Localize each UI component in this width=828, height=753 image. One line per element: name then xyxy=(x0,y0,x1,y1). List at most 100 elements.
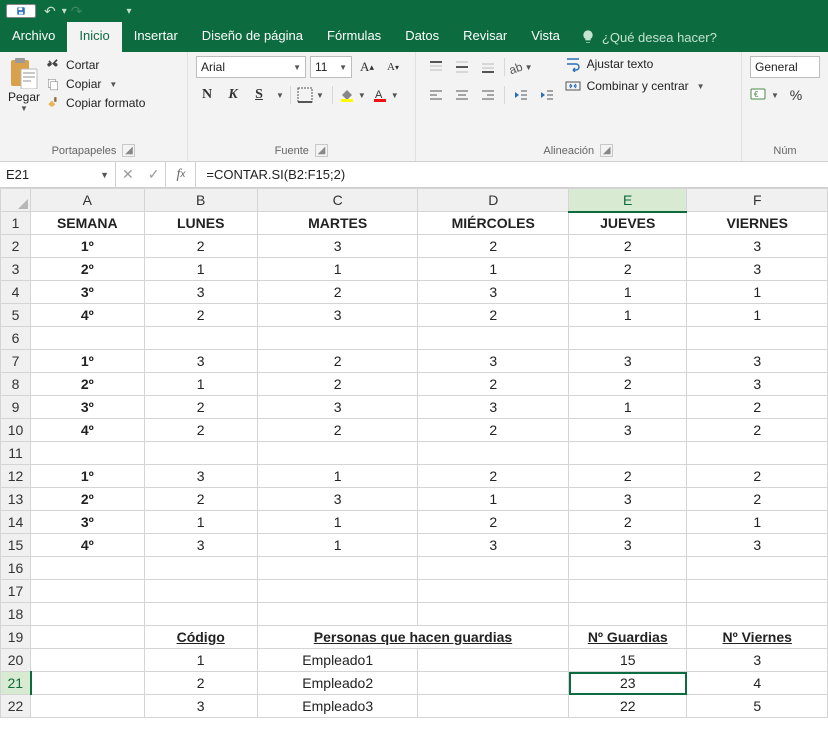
cell-E9[interactable]: 1 xyxy=(569,396,687,419)
row-header-17[interactable]: 17 xyxy=(1,580,31,603)
cell-B8[interactable]: 1 xyxy=(144,373,257,396)
cell-B5[interactable]: 2 xyxy=(144,304,257,327)
font-name-combo[interactable]: Arial▼ xyxy=(196,56,306,78)
column-header-D[interactable]: D xyxy=(418,189,569,212)
underline-button[interactable]: S xyxy=(248,84,270,106)
cell-F20[interactable]: 3 xyxy=(687,649,828,672)
number-format-combo[interactable]: General xyxy=(750,56,820,78)
cell-A13[interactable]: 2º xyxy=(31,488,144,511)
cell-F5[interactable]: 1 xyxy=(687,304,828,327)
merge-center-button[interactable]: Combinar y centrar▼ xyxy=(565,78,705,94)
column-header-B[interactable]: B xyxy=(144,189,257,212)
wrap-text-button[interactable]: Ajustar texto xyxy=(565,56,705,72)
cell-B14[interactable]: 1 xyxy=(144,511,257,534)
cell-C13[interactable]: 3 xyxy=(257,488,418,511)
cell-E3[interactable]: 2 xyxy=(569,258,687,281)
cell-A16[interactable] xyxy=(31,557,144,580)
fill-color-button[interactable]: ▼ xyxy=(339,87,368,103)
cell-B10[interactable]: 2 xyxy=(144,419,257,442)
cell-D4[interactable]: 3 xyxy=(418,281,569,304)
row-header-1[interactable]: 1 xyxy=(1,212,31,235)
cell-E22[interactable]: 22 xyxy=(569,695,687,718)
row-header-18[interactable]: 18 xyxy=(1,603,31,626)
cell-F3[interactable]: 3 xyxy=(687,258,828,281)
cell-D17[interactable] xyxy=(418,580,569,603)
cell-C15[interactable]: 1 xyxy=(257,534,418,557)
cell-C3[interactable]: 1 xyxy=(257,258,418,281)
cell-F11[interactable] xyxy=(687,442,828,465)
tab-view[interactable]: Vista xyxy=(519,22,572,52)
cell-F8[interactable]: 3 xyxy=(687,373,828,396)
row-header-7[interactable]: 7 xyxy=(1,350,31,373)
cell-E13[interactable]: 3 xyxy=(569,488,687,511)
cell-E17[interactable] xyxy=(569,580,687,603)
italic-button[interactable]: K xyxy=(222,84,244,106)
row-header-5[interactable]: 5 xyxy=(1,304,31,327)
cell-C9[interactable]: 3 xyxy=(257,396,418,419)
cell-D13[interactable]: 1 xyxy=(418,488,569,511)
cell-B20[interactable]: 1 xyxy=(144,649,257,672)
qat-redo-button[interactable]: ↷ xyxy=(71,3,83,20)
cell-C8[interactable]: 2 xyxy=(257,373,418,396)
row-header-16[interactable]: 16 xyxy=(1,557,31,580)
cell-C11[interactable] xyxy=(257,442,418,465)
cell-C21[interactable]: Empleado2 xyxy=(257,672,418,695)
cell-E1[interactable]: JUEVES xyxy=(569,212,687,235)
column-header-A[interactable]: A xyxy=(31,189,144,212)
row-header-3[interactable]: 3 xyxy=(1,258,31,281)
cell-E18[interactable] xyxy=(569,603,687,626)
cell-B18[interactable] xyxy=(144,603,257,626)
cell-B11[interactable] xyxy=(144,442,257,465)
row-header-20[interactable]: 20 xyxy=(1,649,31,672)
cell-E19[interactable]: Nº Guardias xyxy=(569,626,687,649)
cell-D5[interactable]: 2 xyxy=(418,304,569,327)
tab-insert[interactable]: Insertar xyxy=(122,22,190,52)
cell-B15[interactable]: 3 xyxy=(144,534,257,557)
cell-A17[interactable] xyxy=(31,580,144,603)
cell-B22[interactable]: 3 xyxy=(144,695,257,718)
cell-E2[interactable]: 2 xyxy=(569,235,687,258)
row-header-6[interactable]: 6 xyxy=(1,327,31,350)
cell-B6[interactable] xyxy=(144,327,257,350)
cell-F14[interactable]: 1 xyxy=(687,511,828,534)
format-painter-button[interactable]: Copiar formato xyxy=(46,96,145,110)
cell-F13[interactable]: 2 xyxy=(687,488,828,511)
clipboard-dialog-launcher[interactable]: ◢ xyxy=(122,144,135,157)
cell-D6[interactable] xyxy=(418,327,569,350)
row-header-14[interactable]: 14 xyxy=(1,511,31,534)
align-top-button[interactable] xyxy=(424,56,448,78)
cell-E11[interactable] xyxy=(569,442,687,465)
alignment-dialog-launcher[interactable]: ◢ xyxy=(600,144,613,157)
row-header-2[interactable]: 2 xyxy=(1,235,31,258)
cell-A21[interactable] xyxy=(31,672,144,695)
row-header-19[interactable]: 19 xyxy=(1,626,31,649)
font-color-button[interactable]: A▼ xyxy=(372,87,401,103)
row-header-10[interactable]: 10 xyxy=(1,419,31,442)
cell-C7[interactable]: 2 xyxy=(257,350,418,373)
cell-C4[interactable]: 2 xyxy=(257,281,418,304)
row-header-21[interactable]: 21 xyxy=(1,672,31,695)
row-header-22[interactable]: 22 xyxy=(1,695,31,718)
column-header-F[interactable]: F xyxy=(687,189,828,212)
cell-E21[interactable]: 23 xyxy=(569,672,687,695)
fx-icon[interactable]: fx xyxy=(166,162,196,187)
cell-B7[interactable]: 3 xyxy=(144,350,257,373)
cell-C22[interactable]: Empleado3 xyxy=(257,695,418,718)
font-dialog-launcher[interactable]: ◢ xyxy=(315,144,328,157)
name-box[interactable]: E21▼ xyxy=(0,162,116,187)
row-header-4[interactable]: 4 xyxy=(1,281,31,304)
cell-B1[interactable]: LUNES xyxy=(144,212,257,235)
cell-E7[interactable]: 3 xyxy=(569,350,687,373)
row-header-8[interactable]: 8 xyxy=(1,373,31,396)
cell-A15[interactable]: 4º xyxy=(31,534,144,557)
cell-F10[interactable]: 2 xyxy=(687,419,828,442)
cell-C10[interactable]: 2 xyxy=(257,419,418,442)
cell-C12[interactable]: 1 xyxy=(257,465,418,488)
cell-F4[interactable]: 1 xyxy=(687,281,828,304)
column-header-C[interactable]: C xyxy=(257,189,418,212)
increase-font-button[interactable]: A▴ xyxy=(356,56,378,78)
cell-C17[interactable] xyxy=(257,580,418,603)
select-all-corner[interactable] xyxy=(1,189,31,212)
cell-C2[interactable]: 3 xyxy=(257,235,418,258)
cell-C5[interactable]: 3 xyxy=(257,304,418,327)
